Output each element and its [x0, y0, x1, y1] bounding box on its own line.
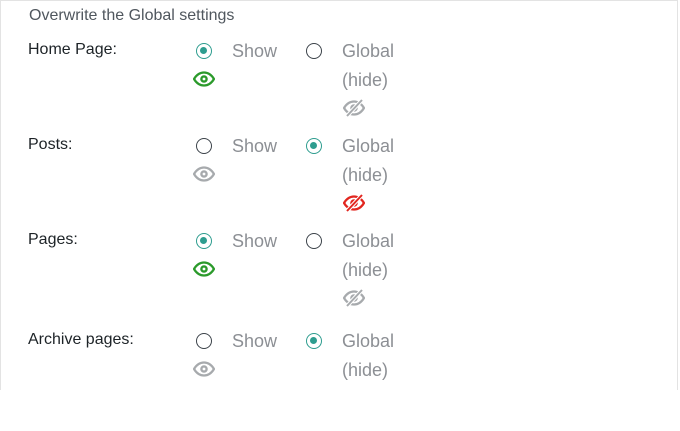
show-radio[interactable]: [196, 138, 212, 154]
global-label[interactable]: Global: [342, 231, 394, 252]
show-label[interactable]: Show: [232, 331, 277, 352]
global-label-hide[interactable]: (hide): [342, 70, 388, 91]
setting-row-posts: Posts: Show Global (hide): [1, 136, 679, 236]
global-label[interactable]: Global: [342, 331, 394, 352]
eye-slash-icon: [343, 289, 365, 307]
show-radio[interactable]: [196, 43, 212, 59]
global-radio[interactable]: [306, 138, 322, 154]
global-radio[interactable]: [306, 233, 322, 249]
eye-icon: [193, 71, 215, 87]
global-label-hide[interactable]: (hide): [342, 260, 388, 281]
setting-row-archive-pages: Archive pages: Show Global (hide): [1, 331, 679, 431]
setting-row-home-page: Home Page: Show Global (hide): [1, 41, 679, 141]
show-label[interactable]: Show: [232, 136, 277, 157]
row-label: Posts:: [28, 136, 73, 153]
show-radio[interactable]: [196, 333, 212, 349]
global-label[interactable]: Global: [342, 136, 394, 157]
eye-icon: [193, 261, 215, 277]
row-label: Pages:: [28, 231, 78, 248]
global-radio[interactable]: [306, 333, 322, 349]
row-label: Archive pages:: [28, 331, 134, 348]
section-title: Overwrite the Global settings: [29, 7, 235, 24]
show-radio[interactable]: [196, 233, 212, 249]
setting-row-pages: Pages: Show Global (hide): [1, 231, 679, 331]
show-label[interactable]: Show: [232, 41, 277, 62]
settings-panel: Overwrite the Global settings Home Page:…: [0, 0, 678, 390]
row-label: Home Page:: [28, 41, 117, 58]
global-label[interactable]: Global: [342, 41, 394, 62]
eye-slash-icon: [343, 99, 365, 117]
global-label-hide[interactable]: (hide): [342, 360, 388, 381]
eye-icon: [193, 166, 215, 182]
eye-slash-icon: [343, 194, 365, 212]
eye-icon: [193, 361, 215, 377]
show-label[interactable]: Show: [232, 231, 277, 252]
global-label-hide[interactable]: (hide): [342, 165, 388, 186]
global-radio[interactable]: [306, 43, 322, 59]
